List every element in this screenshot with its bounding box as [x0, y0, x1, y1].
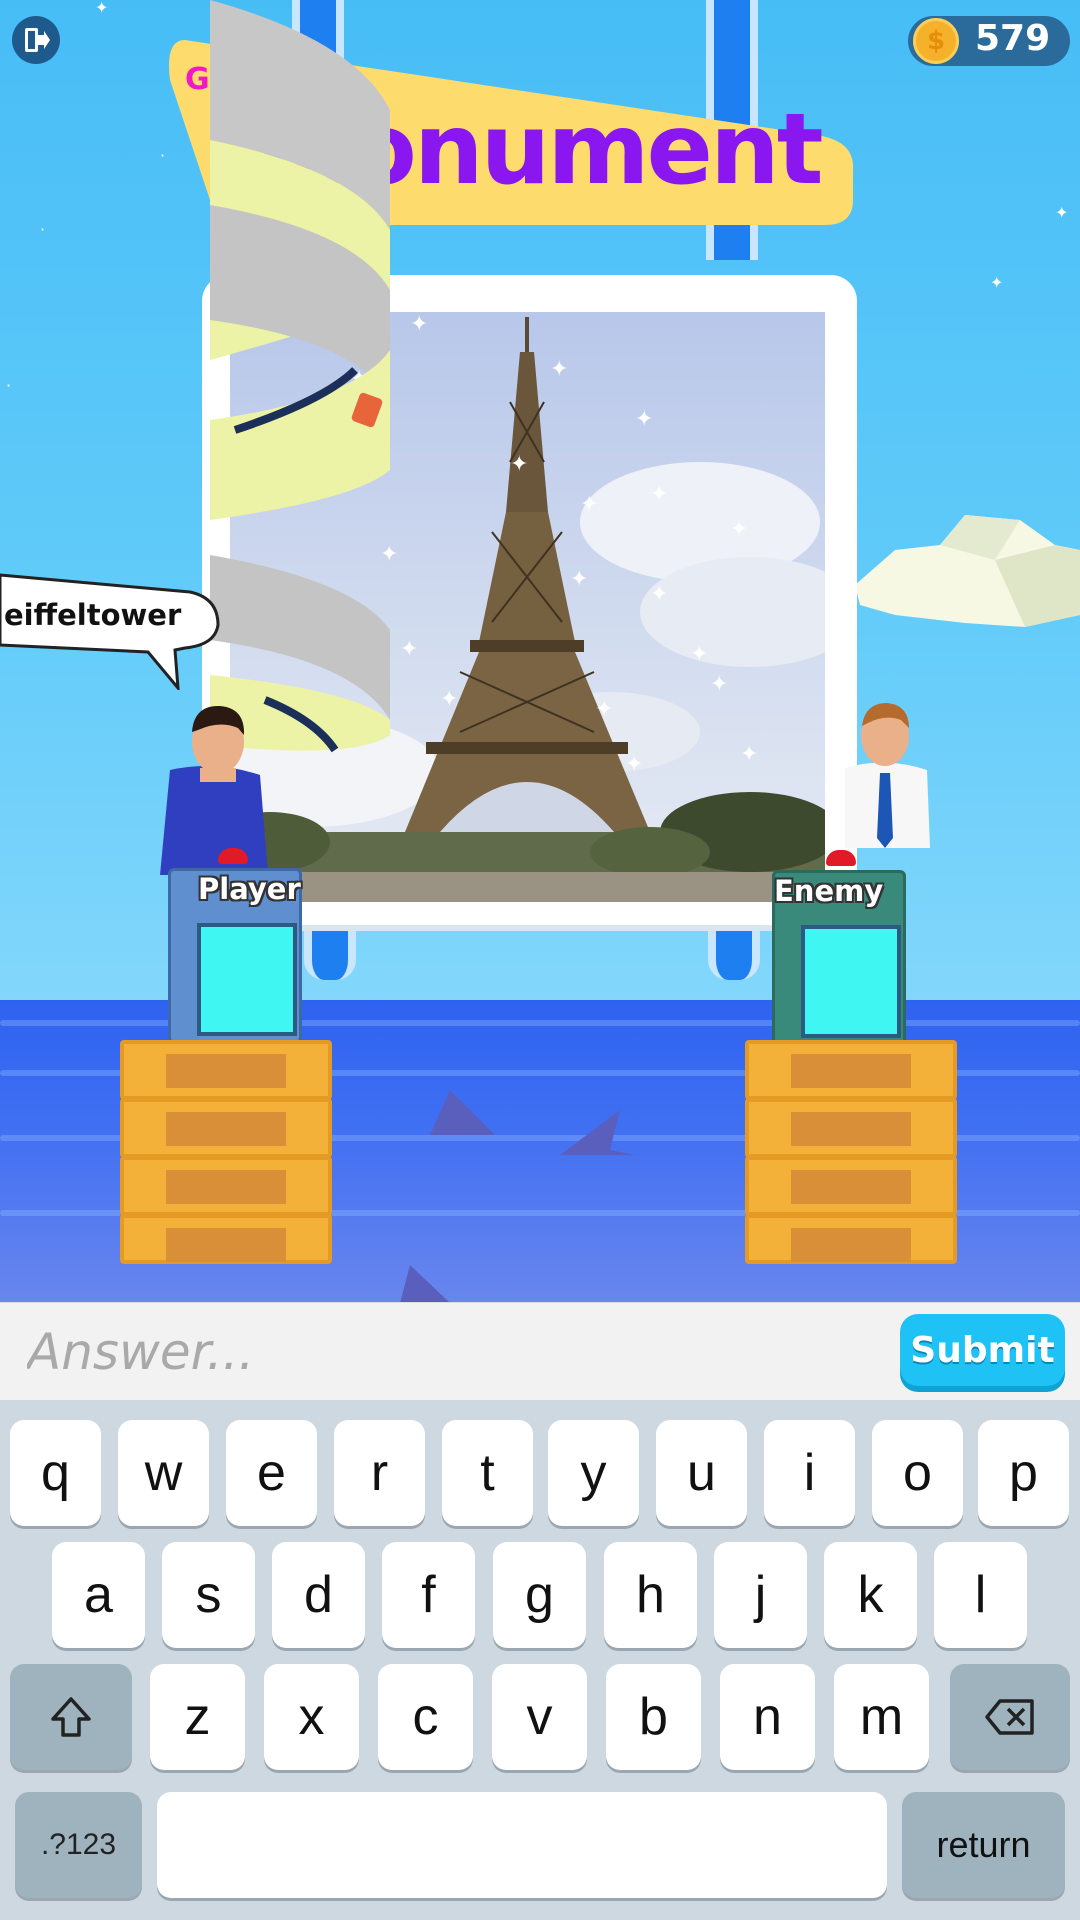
crate — [120, 1156, 332, 1216]
player-label: Player — [198, 872, 301, 906]
key-j[interactable]: j — [714, 1542, 807, 1648]
shark-fin-icon — [560, 1110, 635, 1155]
enemy-podium-screen — [801, 925, 901, 1038]
key-d[interactable]: d — [272, 1542, 365, 1648]
key-i[interactable]: i — [764, 1420, 855, 1526]
key-m[interactable]: m — [834, 1664, 929, 1770]
submit-button[interactable]: Submit — [900, 1314, 1065, 1386]
speech-bubble-text: eiffeltower — [4, 598, 182, 632]
shark-fin-icon — [400, 1265, 450, 1303]
spiral-ribbon — [210, 0, 390, 753]
crate — [745, 1156, 957, 1216]
answer-input[interactable] — [25, 1318, 889, 1386]
key-b[interactable]: b — [606, 1664, 701, 1770]
key-u[interactable]: u — [656, 1420, 747, 1526]
crate — [745, 1040, 957, 1100]
key-r[interactable]: r — [334, 1420, 425, 1526]
key-f[interactable]: f — [382, 1542, 475, 1648]
key-v[interactable]: v — [492, 1664, 587, 1770]
numbers-key[interactable]: .?123 — [15, 1792, 142, 1898]
key-h[interactable]: h — [604, 1542, 697, 1648]
key-g[interactable]: g — [493, 1542, 586, 1648]
crate — [745, 1098, 957, 1158]
key-e[interactable]: e — [226, 1420, 317, 1526]
key-c[interactable]: c — [378, 1664, 473, 1770]
coin-count: 579 — [975, 18, 1051, 59]
key-a[interactable]: a — [52, 1542, 145, 1648]
key-z[interactable]: z — [150, 1664, 245, 1770]
crate — [120, 1040, 332, 1100]
key-s[interactable]: s — [162, 1542, 255, 1648]
shift-icon — [51, 1697, 91, 1737]
backspace-key[interactable] — [950, 1664, 1070, 1770]
star-icon: ✦ — [990, 273, 1004, 292]
enemy-label: Enemy — [774, 874, 884, 908]
crate — [120, 1214, 332, 1264]
shift-key[interactable] — [10, 1664, 132, 1770]
key-k[interactable]: k — [824, 1542, 917, 1648]
key-n[interactable]: n — [720, 1664, 815, 1770]
space-key[interactable] — [157, 1792, 887, 1898]
key-o[interactable]: o — [872, 1420, 963, 1526]
crate — [120, 1098, 332, 1158]
key-y[interactable]: y — [548, 1420, 639, 1526]
shark-fin-icon — [430, 1090, 495, 1135]
player-buzzer — [218, 848, 248, 864]
key-l[interactable]: l — [934, 1542, 1027, 1648]
star-icon: · — [40, 220, 46, 239]
enemy-buzzer — [826, 850, 856, 866]
key-w[interactable]: w — [118, 1420, 209, 1526]
key-t[interactable]: t — [442, 1420, 533, 1526]
exit-button[interactable] — [12, 16, 60, 64]
key-x[interactable]: x — [264, 1664, 359, 1770]
star-icon: · — [6, 376, 12, 395]
cloud — [855, 515, 1080, 627]
star-icon: ✦ — [1055, 203, 1069, 222]
keyboard: q w e r t y u i o p a s d f g h j k l z … — [0, 1400, 1080, 1920]
return-key[interactable]: return — [902, 1792, 1065, 1898]
backspace-icon — [985, 1699, 1034, 1735]
player-character — [160, 705, 268, 875]
coin-icon: $ — [913, 18, 959, 64]
star-icon: ✦ — [95, 0, 109, 17]
crate — [745, 1214, 957, 1264]
key-q[interactable]: q — [10, 1420, 101, 1526]
key-p[interactable]: p — [978, 1420, 1069, 1526]
exit-icon — [25, 28, 50, 52]
player-podium-screen — [197, 923, 297, 1036]
